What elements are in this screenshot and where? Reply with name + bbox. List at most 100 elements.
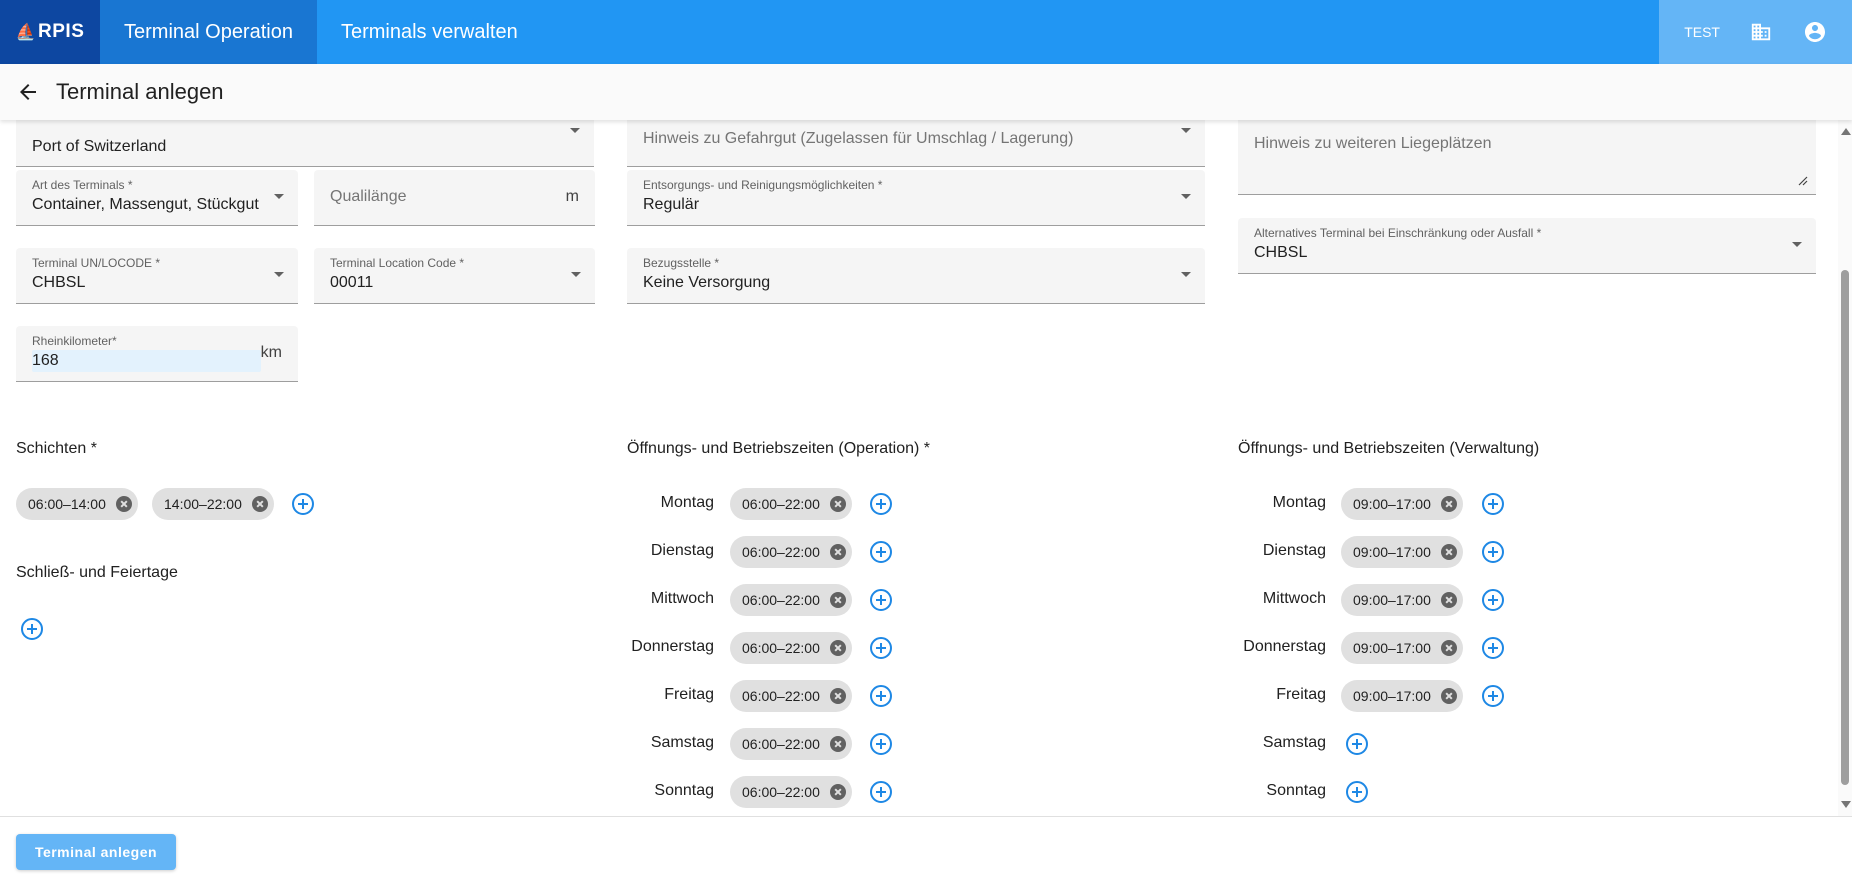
tab-terminals-verwalten[interactable]: Terminals verwalten	[317, 0, 542, 64]
day-label: Mittwoch	[650, 590, 714, 607]
cancel-icon[interactable]	[1440, 688, 1457, 704]
topbar-actions: TEST	[1659, 0, 1852, 64]
arrow-back-icon[interactable]	[16, 80, 40, 104]
account-circle-icon[interactable]	[1803, 20, 1827, 44]
day-label: Samstag	[1262, 734, 1326, 751]
scrollbar-thumb[interactable]	[1841, 270, 1849, 785]
entsorgung-label: Entsorgungs- und Reinigungsmöglichkeiten…	[643, 178, 883, 192]
form-content: Port of Switzerland Art des Terminals * …	[0, 120, 1838, 816]
alternatives-terminal-label: Alternatives Terminal bei Einschränkung …	[1254, 226, 1542, 240]
time-chip[interactable]: 06:00–22:00	[730, 536, 852, 568]
chip-label: 09:00–17:00	[1353, 640, 1431, 656]
liegeplaetze-textarea[interactable]: Hinweis zu weiteren Liegeplätzen	[1238, 120, 1816, 195]
chip-label: 06:00–14:00	[28, 496, 106, 512]
rheinkilometer-highlight	[32, 350, 261, 372]
operation-title: Öffnungs- und Betriebszeiten (Operation)…	[627, 440, 930, 457]
add-time-button[interactable]	[1482, 589, 1504, 611]
chip-label: 06:00–22:00	[742, 784, 820, 800]
chip-label: 06:00–22:00	[742, 688, 820, 704]
page-title: Terminal anlegen	[56, 79, 224, 104]
liegeplaetze-placeholder: Hinweis zu weiteren Liegeplätzen	[1254, 135, 1492, 152]
time-chip[interactable]: 06:00–22:00	[730, 776, 852, 808]
page-header: Terminal anlegen	[0, 64, 1852, 120]
add-time-button[interactable]	[870, 733, 892, 755]
tab-label: Terminals verwalten	[340, 20, 518, 43]
scroll-down-icon[interactable]	[1841, 801, 1851, 808]
cancel-icon[interactable]	[829, 496, 846, 512]
add-time-button[interactable]	[870, 493, 892, 515]
cancel-icon[interactable]	[829, 592, 846, 608]
time-chip[interactable]: 06:00–22:00	[730, 632, 852, 664]
cancel-icon[interactable]	[1440, 592, 1457, 608]
time-chip[interactable]: 09:00–17:00	[1341, 680, 1463, 712]
chevron-down-icon	[570, 128, 580, 133]
rheinkilometer-unit: km	[260, 344, 282, 361]
entsorgung-select[interactable]: Entsorgungs- und Reinigungsmöglichkeiten…	[627, 170, 1205, 226]
location-code-select[interactable]: Terminal Location Code * 00011	[314, 248, 595, 304]
cancel-icon[interactable]	[829, 784, 846, 800]
alternatives-terminal-select[interactable]: Alternatives Terminal bei Einschränkung …	[1238, 218, 1816, 274]
add-time-button[interactable]	[1482, 493, 1504, 515]
add-time-button[interactable]	[1482, 685, 1504, 707]
shift-chip[interactable]: 14:00–22:00	[152, 488, 274, 520]
time-chip[interactable]: 06:00–22:00	[730, 584, 852, 616]
add-time-button[interactable]	[870, 637, 892, 659]
chip-label: 06:00–22:00	[742, 592, 820, 608]
tab-terminal-operation[interactable]: Terminal Operation	[100, 0, 317, 64]
chip-label: 09:00–17:00	[1353, 688, 1431, 704]
time-chip[interactable]: 09:00–17:00	[1341, 536, 1463, 568]
hafen-select[interactable]: Port of Switzerland	[16, 120, 594, 167]
cancel-icon[interactable]	[1440, 640, 1457, 656]
day-label: Montag	[1272, 494, 1326, 511]
bezugsstelle-select[interactable]: Bezugsstelle * Keine Versorgung	[627, 248, 1205, 304]
add-holiday-button[interactable]	[21, 618, 43, 640]
terminal-anlegen-button[interactable]: Terminal anlegen	[16, 834, 176, 870]
add-time-button[interactable]	[870, 541, 892, 563]
time-chip[interactable]: 06:00–22:00	[730, 680, 852, 712]
vertical-scrollbar[interactable]	[1838, 120, 1852, 816]
time-chip[interactable]: 09:00–17:00	[1341, 488, 1463, 520]
quailaenge-input[interactable]: Qualilänge m	[314, 170, 595, 226]
add-time-button[interactable]	[1346, 781, 1368, 803]
un-locode-select[interactable]: Terminal UN/LOCODE * CHBSL	[16, 248, 298, 304]
cancel-icon[interactable]	[829, 736, 846, 752]
chevron-down-icon	[1181, 272, 1191, 277]
cancel-icon[interactable]	[1440, 544, 1457, 560]
cancel-icon[interactable]	[829, 544, 846, 560]
shift-chip[interactable]: 06:00–14:00	[16, 488, 138, 520]
rheinkilometer-input[interactable]: Rheinkilometer* 168 km	[16, 326, 298, 382]
chip-label: 14:00–22:00	[164, 496, 242, 512]
environment-badge[interactable]: TEST	[1684, 24, 1720, 40]
app-logo[interactable]: ⛵ RPIS	[0, 0, 100, 64]
resize-handle-icon[interactable]	[1798, 176, 1808, 186]
add-time-button[interactable]	[870, 685, 892, 707]
art-des-terminals-value: Container, Massengut, Stückgut	[32, 196, 259, 213]
chevron-down-icon	[274, 194, 284, 199]
add-time-button[interactable]	[1482, 637, 1504, 659]
day-label: Donnerstag	[1243, 638, 1326, 655]
schichten-title: Schichten *	[16, 440, 97, 457]
cancel-icon[interactable]	[115, 496, 132, 512]
cancel-icon[interactable]	[251, 496, 268, 512]
cancel-icon[interactable]	[1440, 496, 1457, 512]
art-des-terminals-select[interactable]: Art des Terminals * Container, Massengut…	[16, 170, 298, 226]
time-chip[interactable]: 09:00–17:00	[1341, 584, 1463, 616]
cancel-icon[interactable]	[829, 640, 846, 656]
day-label: Sonntag	[654, 782, 714, 799]
chip-label: 06:00–22:00	[742, 544, 820, 560]
add-time-button[interactable]	[1482, 541, 1504, 563]
add-time-button[interactable]	[870, 781, 892, 803]
add-shift-button[interactable]	[292, 493, 314, 515]
un-locode-label: Terminal UN/LOCODE *	[32, 256, 161, 270]
business-icon[interactable]	[1750, 21, 1772, 43]
time-chip[interactable]: 06:00–22:00	[730, 728, 852, 760]
cancel-icon[interactable]	[829, 688, 846, 704]
scroll-up-icon[interactable]	[1841, 128, 1851, 135]
add-time-button[interactable]	[1346, 733, 1368, 755]
day-label: Sonntag	[1266, 782, 1326, 799]
gefahrgut-select[interactable]: Hinweis zu Gefahrgut (Zugelassen für Ums…	[627, 120, 1205, 167]
time-chip[interactable]: 06:00–22:00	[730, 488, 852, 520]
add-time-button[interactable]	[870, 589, 892, 611]
entsorgung-value: Regulär	[643, 196, 700, 213]
time-chip[interactable]: 09:00–17:00	[1341, 632, 1463, 664]
